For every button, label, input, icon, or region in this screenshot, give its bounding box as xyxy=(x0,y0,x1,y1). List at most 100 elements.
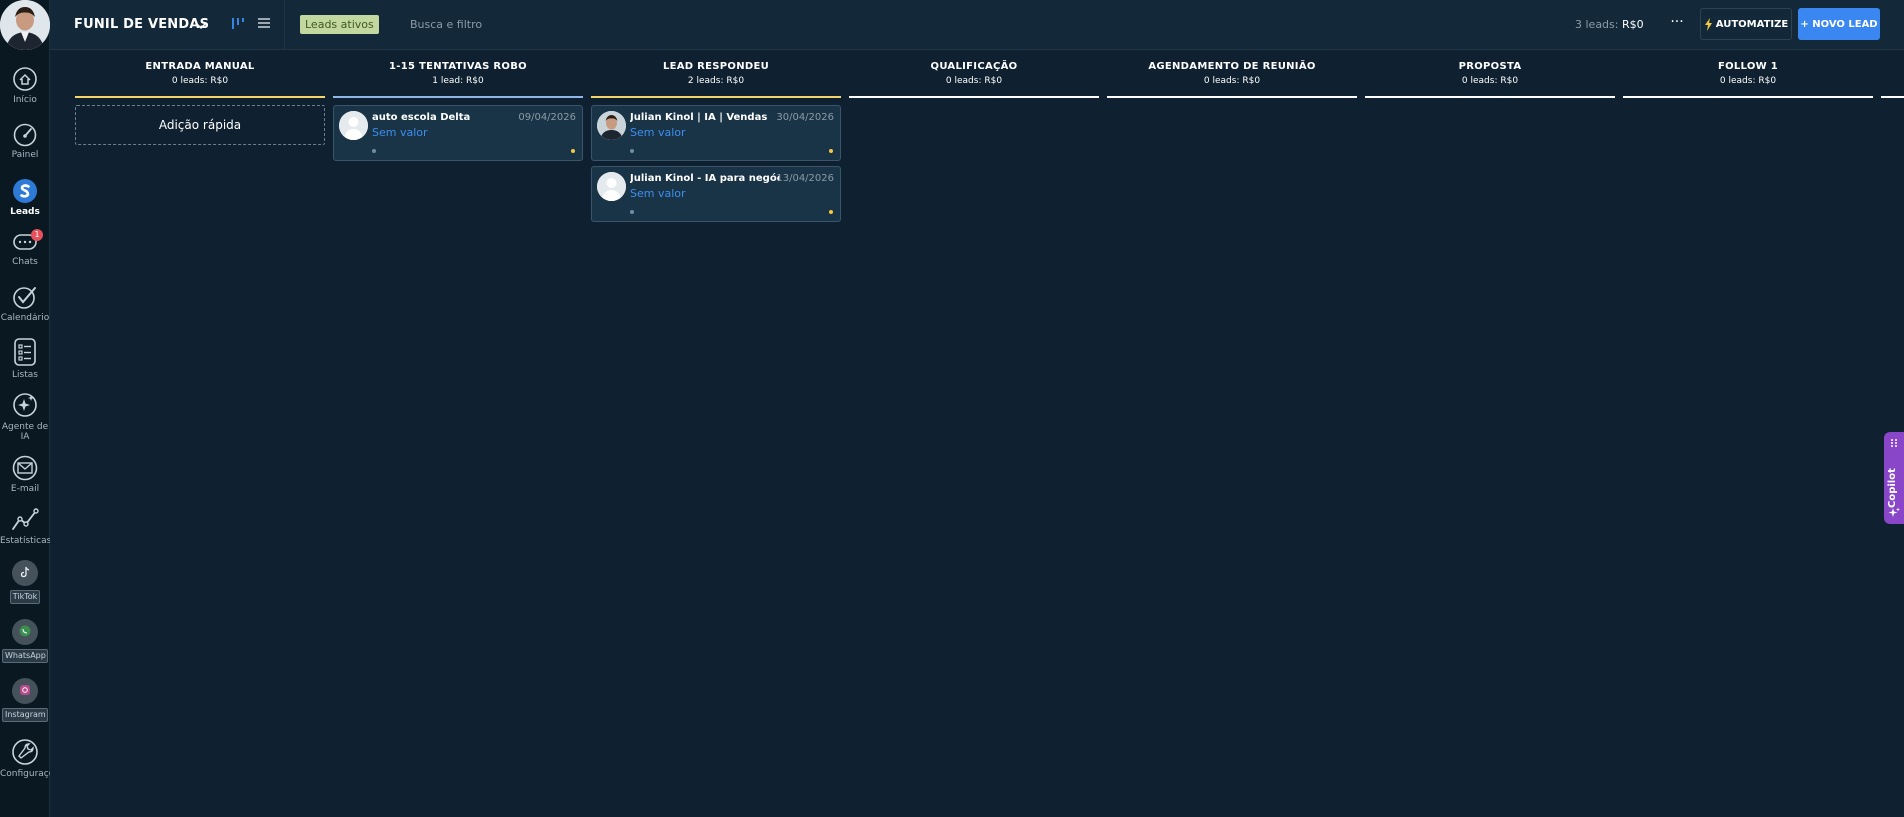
sidebar-item-label: Leads xyxy=(10,207,40,217)
check-circle-icon xyxy=(13,287,36,309)
column-color-line xyxy=(1107,96,1357,98)
user-photo-icon xyxy=(0,0,50,50)
task-dot xyxy=(829,210,833,214)
column-count: 0 leads: R$0 xyxy=(1461,76,1519,86)
column-count: 0 leads: R$0 xyxy=(1203,76,1261,86)
avatar-photo-icon xyxy=(597,111,626,140)
leads-icon xyxy=(13,179,37,203)
column-count: 0 leads: R$0 xyxy=(945,76,1003,86)
sidebar-item-label: Configuraçõ xyxy=(0,769,50,779)
column-color-line xyxy=(75,96,325,98)
pipeline-title[interactable]: FUNIL DE VENDAS xyxy=(74,17,209,32)
sidebar-item-tiktok[interactable]: TikTok xyxy=(0,560,50,607)
column-header: 1-15 TENTATIVAS ROBO 1 lead: R$0 xyxy=(333,61,583,86)
kanban-board: ENTRADA MANUAL 0 leads: R$0 Adição rápid… xyxy=(50,50,1904,817)
sidebar-item-instagram[interactable]: Instagram xyxy=(0,678,50,725)
task-dot xyxy=(571,149,575,153)
column-title: ENTRADA MANUAL xyxy=(145,61,255,72)
topbar: FUNIL DE VENDAS Leads ativos 3 leads: R$… xyxy=(50,0,1904,50)
column-header: QUALIFICAÇÃO 0 leads: R$0 xyxy=(849,61,1099,86)
chevron-down-icon[interactable] xyxy=(195,17,207,36)
sparkle-icon xyxy=(1888,507,1900,517)
lead-value[interactable]: Sem valor xyxy=(630,126,686,139)
quick-add-button[interactable]: Adição rápida xyxy=(75,105,325,145)
column-agendamento-reuniao: AGENDAMENTO DE REUNIÃO 0 leads: R$0 xyxy=(1107,50,1357,817)
sidebar-item-agente-ia[interactable]: Agente de IA xyxy=(0,391,50,442)
lead-card[interactable]: auto escola Delta 09/04/2026 Sem valor xyxy=(333,105,583,161)
sidebar-item-calendario[interactable]: Calendário xyxy=(0,284,50,323)
list-view-icon[interactable] xyxy=(256,15,272,31)
column-count: 1 lead: R$0 xyxy=(432,76,484,86)
lead-value[interactable]: Sem valor xyxy=(630,187,686,200)
lead-summary: 3 leads: R$0 xyxy=(1575,18,1644,31)
sidebar-item-estatisticas[interactable]: Estatísticas xyxy=(0,507,50,546)
lead-card[interactable]: Julian Kinol | IA | Vendas 30/04/2026 Se… xyxy=(591,105,841,161)
sidebar-item-whatsapp[interactable]: WhatsApp B xyxy=(0,619,50,666)
sidebar-item-label: Início xyxy=(13,95,37,105)
lead-value[interactable]: Sem valor xyxy=(372,126,428,139)
lead-name[interactable]: Julian Kinol | IA | Vendas xyxy=(630,112,770,123)
column-header: ENTRADA MANUAL 0 leads: R$0 xyxy=(75,61,325,86)
column-qualificacao: QUALIFICAÇÃO 0 leads: R$0 xyxy=(849,50,1099,817)
column-count: 0 leads: R$0 xyxy=(1719,76,1777,86)
topbar-divider xyxy=(284,0,285,50)
sidebar-item-inicio[interactable]: Início xyxy=(0,66,50,105)
status-dot xyxy=(630,149,634,153)
copilot-tab[interactable]: Copilot xyxy=(1884,432,1904,524)
sidebar-item-label: Calendário xyxy=(0,313,50,323)
task-dot xyxy=(829,149,833,153)
lead-summary-count: 3 leads: xyxy=(1575,18,1619,31)
column-title: QUALIFICAÇÃO xyxy=(930,61,1018,72)
lead-name[interactable]: Julian Kinol - IA para negócios xyxy=(630,173,780,184)
lead-name[interactable]: auto escola Delta xyxy=(372,112,512,123)
lead-card[interactable]: Julian Kinol - IA para negócios 13/04/20… xyxy=(591,166,841,222)
lead-summary-value: R$0 xyxy=(1621,18,1644,31)
column-count: 2 leads: R$0 xyxy=(687,76,745,86)
stats-icon xyxy=(12,508,39,530)
avatar-placeholder-icon xyxy=(597,172,626,201)
column-title: FOLLOW 1 xyxy=(1717,61,1779,72)
column-follow-1: FOLLOW 1 0 leads: R$0 xyxy=(1623,50,1873,817)
status-dot xyxy=(372,149,376,153)
wrench-icon xyxy=(12,739,38,765)
column-title: AGENDAMENTO DE REUNIÃO xyxy=(1148,61,1316,72)
lead-date: 09/04/2026 xyxy=(518,112,576,123)
sidebar-item-label: TikTok xyxy=(9,590,41,604)
user-avatar[interactable] xyxy=(0,0,50,50)
instagram-icon xyxy=(12,678,38,704)
search-input[interactable] xyxy=(410,14,810,35)
sidebar-item-leads[interactable]: Leads xyxy=(0,178,50,217)
ai-agent-icon xyxy=(13,393,37,417)
column-tentativas-robo: 1-15 TENTATIVAS ROBO 1 lead: R$0 auto es… xyxy=(333,50,583,817)
sidebar-item-label: Chats xyxy=(12,257,38,267)
column-header: PROPOSTA 0 leads: R$0 xyxy=(1365,61,1615,86)
sidebar-item-label: Instagram xyxy=(2,708,48,722)
new-lead-button[interactable]: + NOVO LEAD xyxy=(1798,8,1880,40)
avatar-placeholder-icon xyxy=(339,111,368,140)
sidebar-item-listas[interactable]: Listas xyxy=(0,337,50,380)
column-title: PROPOSTA xyxy=(1458,61,1522,72)
home-icon xyxy=(13,67,37,91)
sidebar-item-email[interactable]: E-mail xyxy=(0,455,50,494)
sidebar-item-configuracoes[interactable]: Configuraçõ xyxy=(0,738,50,779)
kanban-view-icon[interactable] xyxy=(230,15,246,31)
column-color-line xyxy=(849,96,1099,98)
column-color-line xyxy=(1623,96,1873,98)
sidebar-item-chats[interactable]: 1 Chats xyxy=(0,229,50,267)
automatize-label: AUTOMATIZE xyxy=(1715,18,1789,30)
filter-chip-leads-ativos[interactable]: Leads ativos xyxy=(300,15,379,34)
more-options-button[interactable]: ··· xyxy=(1664,12,1690,36)
lead-date: 13/04/2026 xyxy=(776,173,834,184)
column-title: LEAD RESPONDEU xyxy=(662,61,770,72)
sidebar: Início Painel Leads 1 Chats Calendário L… xyxy=(0,0,50,817)
column-header: LEAD RESPONDEU 2 leads: R$0 xyxy=(591,61,841,86)
automatize-button[interactable]: AUTOMATIZE xyxy=(1700,8,1792,40)
column-color-line xyxy=(591,96,841,98)
next-column-line xyxy=(1881,96,1904,98)
sidebar-item-painel[interactable]: Painel xyxy=(0,123,50,160)
sidebar-item-label: Estatísticas xyxy=(0,536,50,546)
column-title: 1-15 TENTATIVAS ROBO xyxy=(389,61,527,72)
app-root: Início Painel Leads 1 Chats Calendário L… xyxy=(0,0,1904,817)
status-dot xyxy=(630,210,634,214)
lightning-icon xyxy=(1704,17,1712,31)
